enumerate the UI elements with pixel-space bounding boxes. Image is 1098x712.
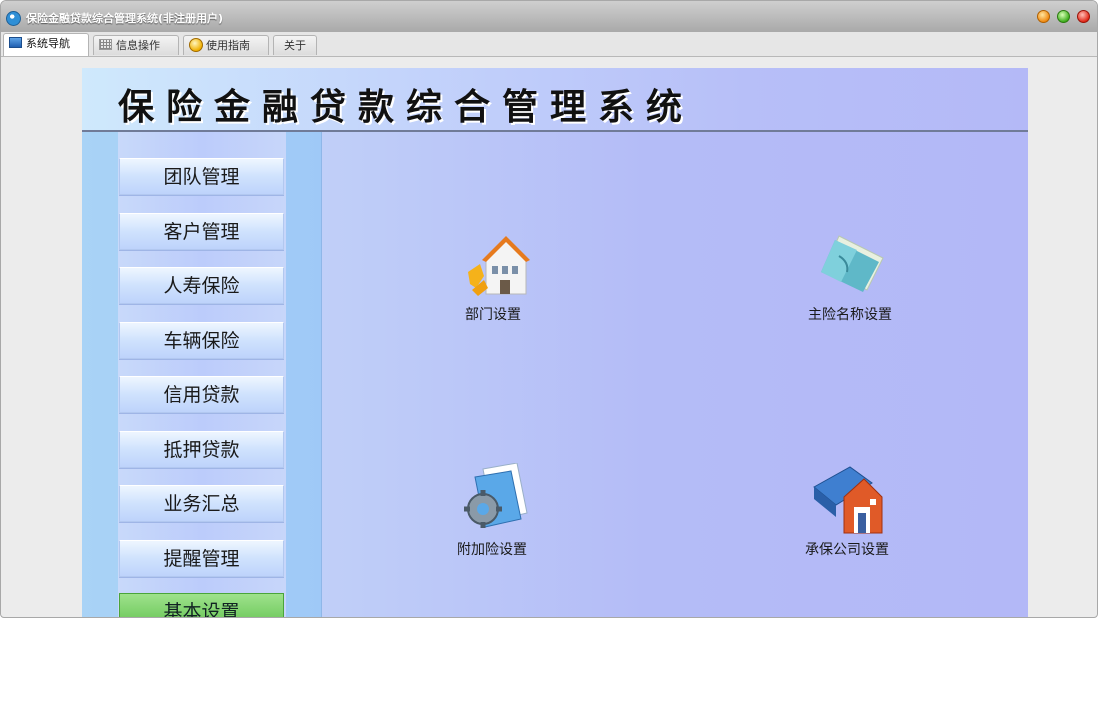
window-title: 保险金融贷款综合管理系统(非注册用户) [26, 12, 224, 25]
title-bar[interactable]: 保险金融贷款综合管理系统(非注册用户) [1, 1, 1097, 33]
rider-insurance-label: 附加险设置 [457, 542, 527, 558]
content-panel: 保险金融贷款综合管理系统 团队管理 客户管理 人寿保险 车辆保险 信用贷款 抵押… [82, 68, 1028, 617]
app-window: 保险金融贷款综合管理系统(非注册用户) 系统导航 信息操作 使用指南 关于 保险… [0, 0, 1098, 618]
rider-insurance-item[interactable]: 附加险设置 [452, 463, 552, 563]
tab-label: 信息操作 [116, 39, 160, 52]
tab-system-nav[interactable]: 系统导航 [3, 33, 89, 56]
sidebar-item-team[interactable]: 团队管理 [119, 158, 284, 195]
close-button[interactable] [1077, 10, 1090, 23]
tab-label: 关于 [284, 39, 306, 52]
tab-label: 系统导航 [26, 37, 70, 50]
tab-about[interactable]: 关于 [273, 35, 317, 55]
monitor-icon [9, 37, 22, 48]
tab-bar: 系统导航 信息操作 使用指南 关于 [1, 32, 1097, 57]
app-icon [6, 11, 21, 26]
grid-icon [99, 39, 112, 50]
gear-document-icon [464, 463, 528, 528]
sidebar-item-credit-loan[interactable]: 信用贷款 [119, 376, 284, 413]
tab-user-guide[interactable]: 使用指南 [183, 35, 269, 55]
department-settings-item[interactable]: 部门设置 [452, 228, 542, 328]
sidebar-item-life-insurance[interactable]: 人寿保险 [119, 267, 284, 304]
department-settings-label: 部门设置 [465, 307, 521, 323]
main-insurance-name-label: 主险名称设置 [808, 307, 892, 323]
help-icon [189, 38, 203, 52]
sidebar-item-basic-settings[interactable]: 基本设置 [119, 593, 284, 617]
sidebar-item-customer[interactable]: 客户管理 [119, 213, 284, 250]
sidebar-item-reminder[interactable]: 提醒管理 [119, 540, 284, 577]
tab-info-ops[interactable]: 信息操作 [93, 35, 179, 55]
underwriting-company-item[interactable]: 承保公司设置 [798, 463, 898, 563]
banner: 保险金融贷款综合管理系统 [82, 68, 1028, 132]
main-insurance-name-item[interactable]: 主险名称设置 [802, 228, 902, 328]
system-title: 保险金融贷款综合管理系统 [118, 87, 695, 128]
underwriting-company-label: 承保公司设置 [805, 542, 889, 558]
minimize-button[interactable] [1037, 10, 1050, 23]
sidebar-item-vehicle-insurance[interactable]: 车辆保险 [119, 322, 284, 359]
tab-label: 使用指南 [206, 39, 250, 52]
folder-icon [821, 235, 884, 292]
building-icon [468, 236, 530, 296]
sidebar: 团队管理 客户管理 人寿保险 车辆保险 信用贷款 抵押贷款 业务汇总 提醒管理 … [82, 132, 322, 617]
company-book-icon [813, 466, 883, 534]
maximize-button[interactable] [1057, 10, 1070, 23]
sidebar-item-business-summary[interactable]: 业务汇总 [119, 485, 284, 522]
sidebar-item-mortgage-loan[interactable]: 抵押贷款 [119, 431, 284, 468]
